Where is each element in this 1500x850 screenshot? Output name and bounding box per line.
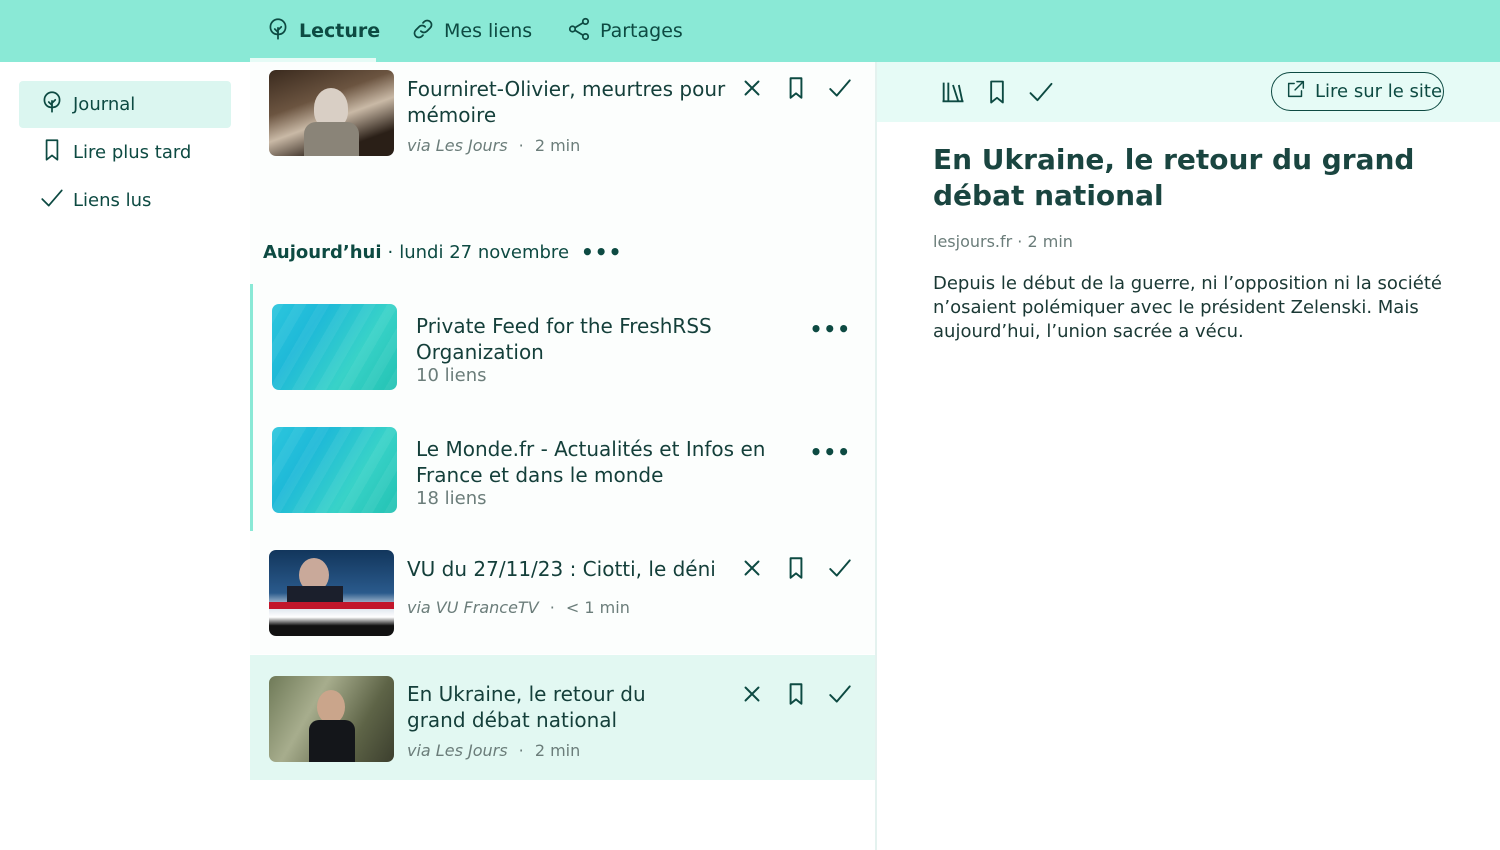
link-actions: [739, 557, 853, 583]
sidebar-item-journal[interactable]: Journal: [19, 81, 231, 128]
bookmark-button[interactable]: [783, 683, 809, 709]
tab-mes-liens-label: Mes liens: [444, 20, 533, 42]
check-icon: [827, 555, 853, 585]
external-link-icon: [1285, 78, 1307, 105]
close-icon: [739, 75, 765, 105]
collection-item[interactable]: Private Feed for the FreshRSS Organizati…: [253, 293, 875, 403]
article-thumbnail: [269, 550, 394, 636]
close-icon: [739, 555, 765, 585]
link-card[interactable]: VU du 27/11/23 : Ciotti, le déni via VU …: [250, 531, 875, 655]
collection-item[interactable]: Le Monde.fr - Actualités et Infos en Fra…: [253, 416, 875, 526]
collection-more-button[interactable]: •••: [810, 440, 851, 464]
reading-time: < 1 min: [565, 598, 630, 617]
article-thumbnail: [269, 70, 394, 156]
collections-group: Private Feed for the FreshRSS Organizati…: [250, 284, 875, 531]
sidebar: Journal Lire plus tard Liens lus: [0, 62, 250, 850]
collection-more-button[interactable]: •••: [810, 317, 851, 341]
link-source: via Les Jours: [407, 136, 508, 155]
tab-partages[interactable]: Partages: [566, 0, 683, 62]
article-title: En Ukraine, le retour du grand débat nat…: [933, 143, 1415, 212]
link-title[interactable]: En Ukraine, le retour du grand débat nat…: [407, 681, 707, 733]
tab-lecture[interactable]: Lecture: [250, 0, 380, 62]
mark-read-button[interactable]: [827, 77, 853, 103]
tab-mes-liens[interactable]: Mes liens: [410, 0, 532, 62]
day-header: Aujourd’hui · lundi 27 novembre •••: [263, 240, 622, 264]
close-icon: [739, 681, 765, 711]
reader-bookmark-button[interactable]: [983, 78, 1011, 106]
link-card-selected[interactable]: En Ukraine, le retour du grand débat nat…: [250, 655, 875, 780]
links-list: Fourniret-Olivier, meurtres pour mémoire…: [250, 62, 875, 850]
article-thumbnail: [269, 676, 394, 762]
tab-lecture-label: Lecture: [299, 20, 381, 42]
collection-thumbnail: [272, 427, 397, 513]
sidebar-item-lire-plus-tard[interactable]: Lire plus tard: [19, 129, 231, 176]
collection-count: 10 liens: [416, 365, 487, 386]
read-on-site-label: Lire sur le site: [1315, 81, 1443, 102]
sidebar-item-label: Lire plus tard: [73, 142, 192, 163]
link-meta: via Les Jours · 2 min: [407, 136, 580, 155]
collection-count: 18 liens: [416, 488, 487, 509]
mark-read-button[interactable]: [827, 557, 853, 583]
sidebar-item-label: Journal: [73, 94, 136, 115]
add-to-collection-button[interactable]: [939, 78, 967, 106]
top-navigation-bar: Lecture Mes liens Partages: [0, 0, 1500, 62]
dismiss-button[interactable]: [739, 557, 765, 583]
day-label: Aujourd’hui: [263, 241, 382, 263]
article-summary: Depuis le début de la guerre, ni l’oppos…: [933, 273, 1442, 342]
mark-read-button[interactable]: [827, 683, 853, 709]
link-card[interactable]: Fourniret-Olivier, meurtres pour mémoire…: [250, 62, 875, 172]
library-icon: [939, 82, 967, 110]
bookmark-icon: [783, 555, 809, 585]
bookmark-icon: [783, 75, 809, 105]
reading-time: 2 min: [534, 136, 581, 155]
bookmark-icon: [783, 681, 809, 711]
sidebar-item-label: Liens lus: [73, 190, 152, 211]
check-icon: [827, 75, 853, 105]
bookmark-button[interactable]: [783, 77, 809, 103]
bookmark-icon: [39, 137, 65, 168]
dismiss-button[interactable]: [739, 683, 765, 709]
link-meta: via Les Jours · 2 min: [407, 741, 580, 760]
collection-title[interactable]: Le Monde.fr - Actualités et Infos en Fra…: [416, 436, 816, 488]
bookmark-button[interactable]: [783, 557, 809, 583]
reader-mark-read-button[interactable]: [1027, 78, 1055, 106]
day-more-button[interactable]: •••: [581, 240, 622, 264]
link-actions: [739, 683, 853, 709]
meta-separator: ·: [518, 741, 524, 760]
tree-icon: [39, 89, 65, 120]
read-on-site-button[interactable]: Lire sur le site: [1271, 72, 1444, 111]
bookmark-icon: [983, 80, 1011, 110]
day-separator: ·: [387, 241, 394, 263]
tree-icon: [265, 16, 291, 47]
link-title[interactable]: VU du 27/11/23 : Ciotti, le déni: [407, 556, 727, 582]
meta-separator: ·: [518, 136, 524, 155]
sidebar-item-liens-lus[interactable]: Liens lus: [19, 177, 231, 224]
link-icon: [410, 16, 436, 47]
check-icon: [827, 681, 853, 711]
reader-panel: Lire sur le site En Ukraine, le retour d…: [875, 62, 1500, 850]
check-icon: [39, 185, 65, 216]
meta-separator: ·: [549, 598, 555, 617]
check-icon: [1027, 82, 1055, 110]
collection-thumbnail: [272, 304, 397, 390]
day-date: lundi 27 novembre: [399, 241, 570, 263]
link-source: via Les Jours: [407, 741, 508, 760]
link-source: via VU FranceTV: [407, 598, 539, 617]
reading-time: 2 min: [534, 741, 581, 760]
link-meta: via VU FranceTV · < 1 min: [407, 598, 630, 617]
share-icon: [566, 16, 592, 47]
link-actions: [739, 77, 853, 103]
collection-title[interactable]: Private Feed for the FreshRSS Organizati…: [416, 313, 816, 365]
reader-toolbar: Lire sur le site: [877, 62, 1500, 122]
tab-partages-label: Partages: [600, 20, 683, 42]
dismiss-button[interactable]: [739, 77, 765, 103]
link-title[interactable]: Fourniret-Olivier, meurtres pour mémoire: [407, 76, 727, 128]
article-meta: lesjours.fr · 2 min: [933, 232, 1073, 251]
